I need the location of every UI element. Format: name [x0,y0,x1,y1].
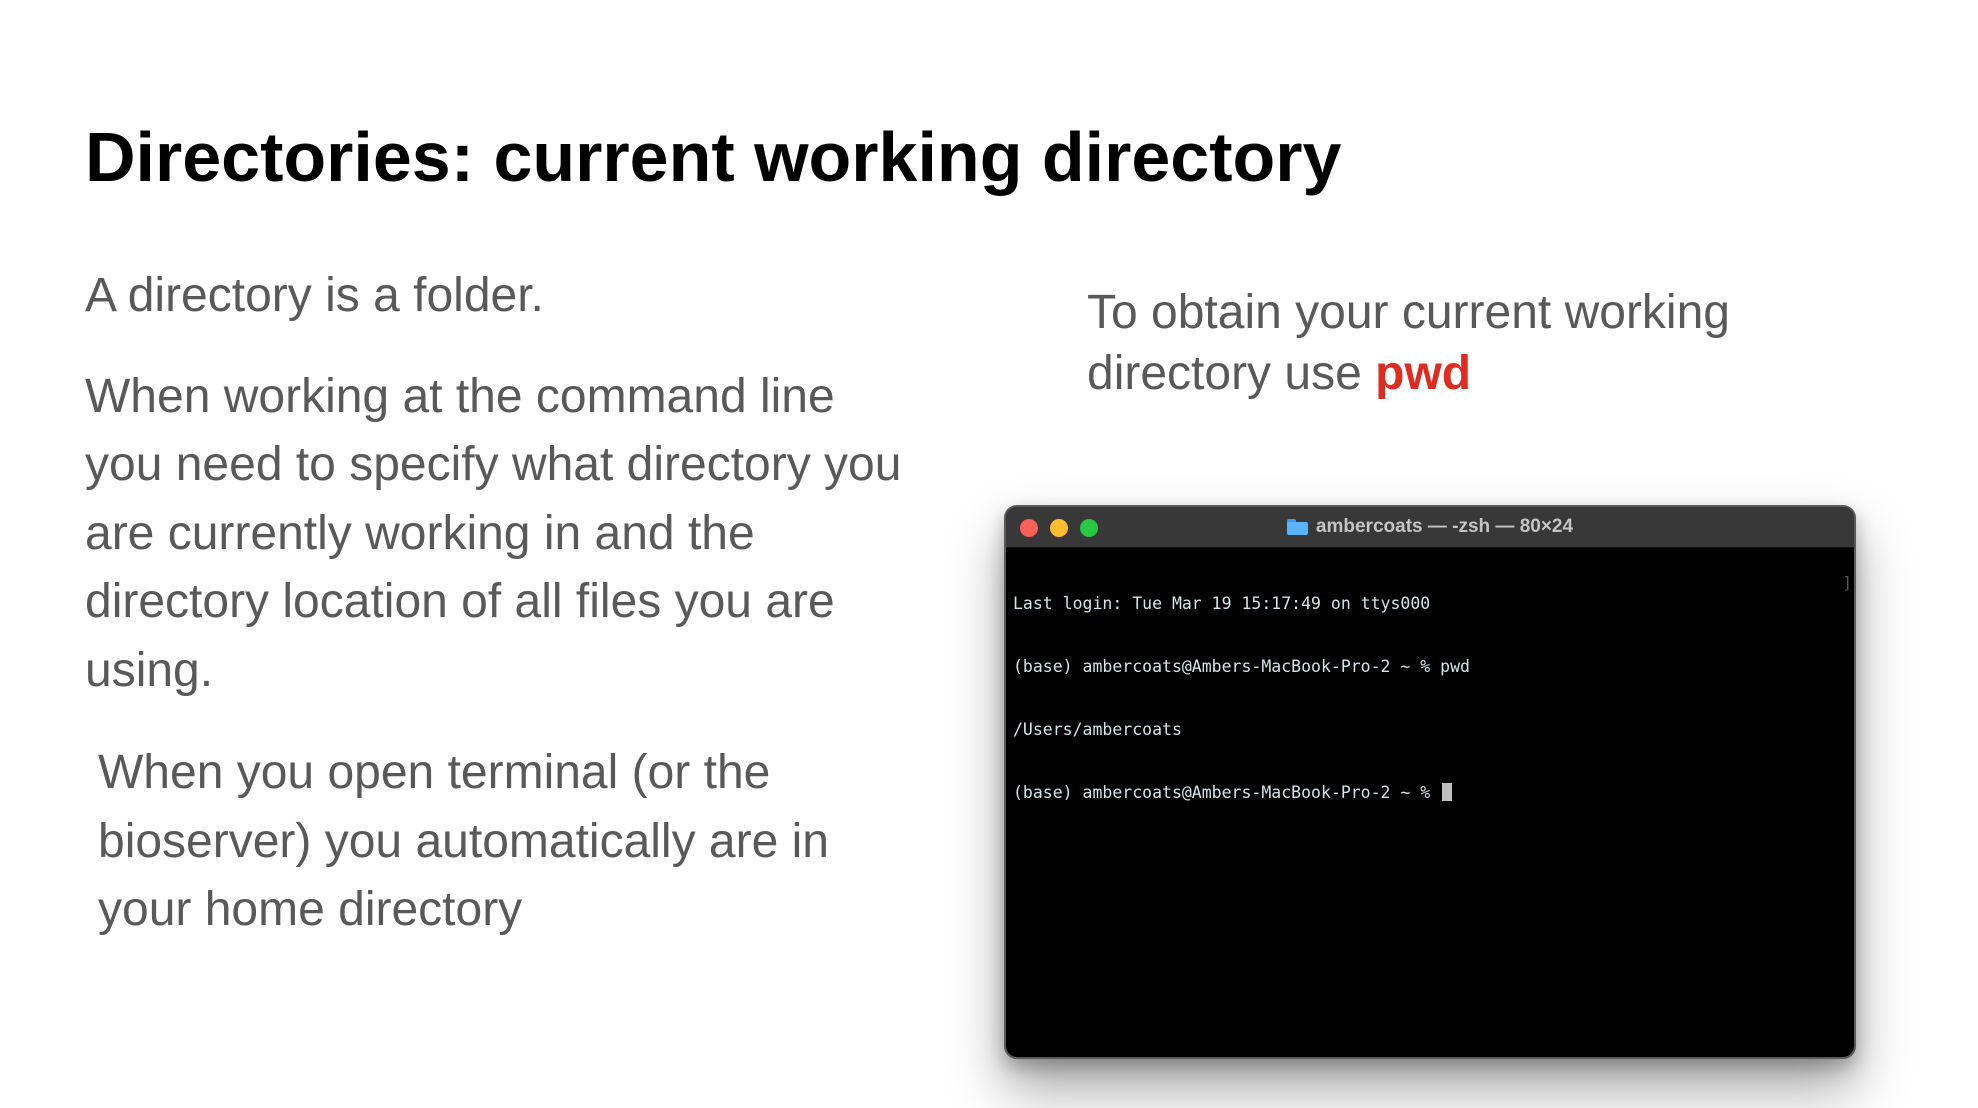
terminal-window[interactable]: ambercoats — -zsh — 80×24 Last login: Tu… [1004,505,1856,1059]
terminal-line-pwd-output: /Users/ambercoats [1013,720,1182,739]
terminal-line-prompt[interactable]: (base) ambercoats@Ambers-MacBook-Pro-2 ~… [1013,782,1847,803]
terminal-edge-mark: ] [1842,573,1852,592]
terminal-title-text: ambercoats — -zsh — 80×24 [1315,516,1574,537]
terminal-prompt-text: (base) ambercoats@Ambers-MacBook-Pro-2 ~… [1013,783,1441,802]
left-text-column: A directory is a folder. When working at… [85,262,925,945]
terminal-output[interactable]: Last login: Tue Mar 19 15:17:49 on ttys0… [1013,551,1847,845]
terminal-line-last-login: Last login: Tue Mar 19 15:17:49 on ttys0… [1013,594,1431,613]
pwd-command: pwd [1375,347,1472,400]
paragraph-directory-definition: A directory is a folder. [85,269,544,322]
paragraph-command-line: When working at the command line you nee… [85,369,902,697]
pwd-instruction: To obtain your current working directory… [1087,282,1847,404]
terminal-window-title: ambercoats — -zsh — 80×24 [1006,507,1854,547]
slide-title: Directories: current working directory [85,118,1342,196]
terminal-line-pwd-command: (base) ambercoats@Ambers-MacBook-Pro-2 ~… [1013,657,1470,676]
paragraph-home-directory: When you open terminal (or the bioserver… [98,746,829,936]
folder-icon [1286,519,1308,535]
slide: Directories: current working directory A… [0,0,1978,1108]
terminal-titlebar[interactable]: ambercoats — -zsh — 80×24 [1006,507,1854,548]
terminal-cursor [1442,783,1453,801]
